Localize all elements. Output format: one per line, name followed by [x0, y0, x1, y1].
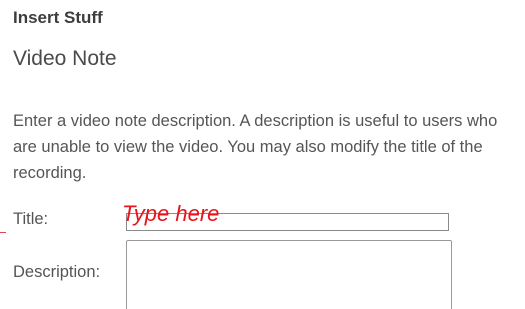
- dialog-title: Video Note: [13, 47, 117, 70]
- description-label: Description:: [13, 263, 101, 281]
- dialog-description: Enter a video note description. A descri…: [13, 112, 498, 182]
- insert-stuff-panel: Insert Stuff Video Note Enter a video no…: [0, 0, 525, 309]
- description-textarea[interactable]: [126, 240, 452, 309]
- panel-header-title: Insert Stuff: [13, 8, 103, 27]
- title-label: Title:: [13, 210, 49, 228]
- edge-marker: [0, 232, 6, 233]
- title-input-text: Type here: [122, 201, 220, 226]
